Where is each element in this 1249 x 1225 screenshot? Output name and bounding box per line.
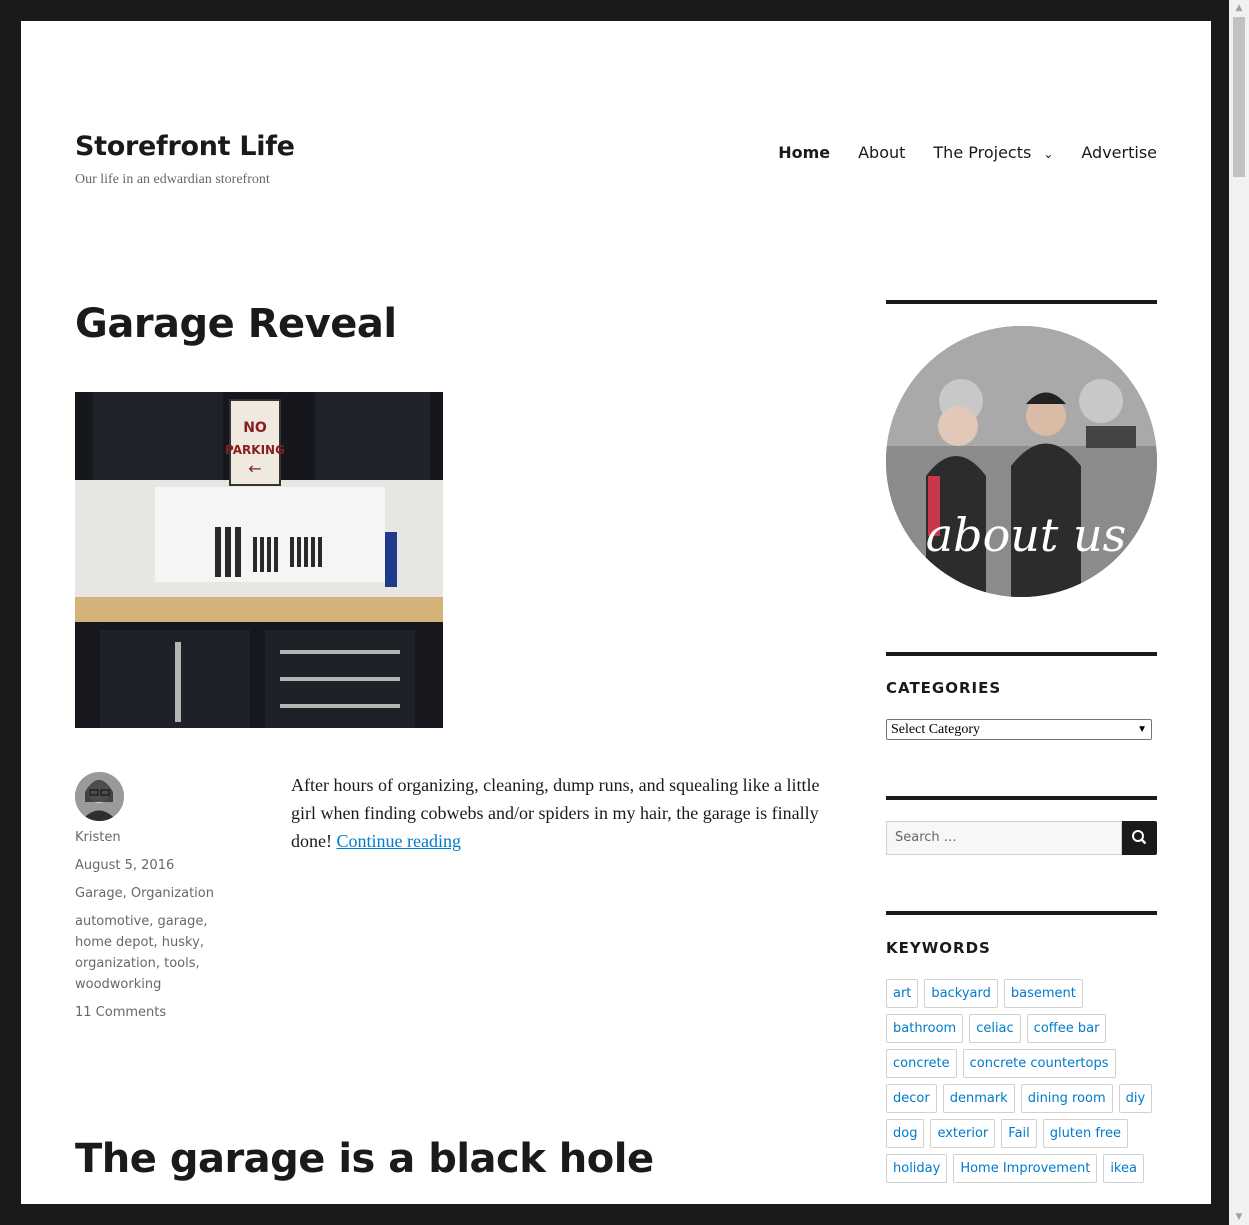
keyword-tag[interactable]: concrete countertops — [962, 1049, 1116, 1078]
scroll-up-icon[interactable]: ▲ — [1229, 0, 1249, 16]
chevron-down-icon[interactable]: ⌄ — [1043, 147, 1053, 161]
post-tags-line[interactable]: woodworking — [75, 974, 207, 995]
keyword-tag[interactable]: concrete — [886, 1049, 957, 1078]
nav-item-home[interactable]: Home — [778, 143, 830, 162]
site-description: Our life in an edwardian storefront — [75, 172, 270, 187]
post-categories[interactable]: Garage, Organization — [75, 883, 214, 904]
post-comments-link[interactable]: 11 Comments — [75, 1002, 166, 1023]
keyword-tag[interactable]: coffee bar — [1026, 1014, 1107, 1043]
scrollbar-thumb[interactable] — [1233, 17, 1245, 177]
nav-item-advertise[interactable]: Advertise — [1081, 143, 1157, 162]
post-tags-line[interactable]: automotive, garage, — [75, 911, 207, 932]
post-author[interactable]: Kristen — [75, 827, 121, 848]
scrollbar[interactable]: ▲ ▼ — [1229, 0, 1249, 1225]
widget-divider — [886, 300, 1157, 304]
site-title[interactable]: Storefront Life — [75, 131, 295, 162]
post-tags-line[interactable]: home depot, husky, — [75, 932, 207, 953]
post-title[interactable]: Garage Reveal — [75, 301, 397, 347]
keyword-tag[interactable]: dog — [886, 1119, 925, 1148]
main-navigation: Home About The Projects ⌄ Advertise — [778, 143, 1157, 162]
keyword-tag[interactable]: basement — [1003, 979, 1083, 1008]
post-tags-line[interactable]: organization, tools, — [75, 953, 207, 974]
search-icon — [1132, 830, 1147, 845]
keywords-title: KEYWORDS — [886, 939, 991, 957]
keyword-tag[interactable]: exterior — [930, 1119, 996, 1148]
post-tags: automotive, garage, home depot, husky, o… — [75, 911, 207, 995]
widget-divider — [886, 652, 1157, 656]
categories-select[interactable]: Select Category ▼ — [886, 719, 1152, 740]
categories-title: CATEGORIES — [886, 679, 1002, 697]
select-value: Select Category — [891, 722, 981, 737]
post-date[interactable]: August 5, 2016 — [75, 855, 174, 876]
svg-text:NO: NO — [243, 420, 267, 436]
about-us-image[interactable]: about us — [886, 326, 1157, 597]
keyword-tag[interactable]: Fail — [1001, 1119, 1037, 1148]
svg-text:PARKING: PARKING — [225, 443, 285, 457]
avatar-photo — [75, 772, 124, 821]
about-us-text: about us — [926, 508, 1127, 562]
keyword-tag[interactable]: bathroom — [886, 1014, 964, 1043]
widget-divider — [886, 911, 1157, 915]
svg-text:←: ← — [248, 459, 261, 478]
keyword-tag[interactable]: dining room — [1020, 1084, 1113, 1113]
keyword-tag[interactable]: ikea — [1103, 1154, 1144, 1183]
keyword-tag[interactable]: art — [886, 979, 919, 1008]
keyword-tag[interactable]: celiac — [969, 1014, 1021, 1043]
keyword-tag[interactable]: holiday — [886, 1154, 948, 1183]
keyword-tag[interactable]: diy — [1118, 1084, 1153, 1113]
author-avatar[interactable] — [75, 772, 124, 821]
keyword-cloud: art backyard basement bathroom celiac coffee … — [886, 979, 1157, 1183]
keyword-tag[interactable]: denmark — [942, 1084, 1015, 1113]
about-us-photo: about us — [886, 326, 1157, 597]
search-button[interactable] — [1122, 821, 1157, 855]
scroll-down-icon[interactable]: ▼ — [1229, 1209, 1249, 1225]
search-input[interactable]: Search … — [886, 821, 1122, 855]
post-thumbnail[interactable]: NO PARKING ← — [75, 392, 443, 728]
page: Storefront Life Our life in an edwardian… — [21, 21, 1211, 1204]
widget-divider — [886, 796, 1157, 800]
chevron-down-icon: ▼ — [1137, 724, 1147, 735]
keyword-tag[interactable]: gluten free — [1042, 1119, 1128, 1148]
keyword-tag[interactable]: backyard — [924, 979, 998, 1008]
nav-item-label: The Projects — [933, 143, 1032, 162]
keyword-tag[interactable]: decor — [886, 1084, 937, 1113]
post-title[interactable]: The garage is a black hole — [75, 1136, 654, 1182]
keyword-tag[interactable]: Home Improvement — [953, 1154, 1098, 1183]
nav-item-about[interactable]: About — [858, 143, 905, 162]
nav-item-the-projects[interactable]: The Projects ⌄ — [933, 143, 1053, 162]
search-placeholder: Search … — [895, 830, 957, 845]
continue-reading-link[interactable]: Continue reading — [336, 831, 460, 851]
post-excerpt: After hours of organizing, cleaning, dum… — [291, 771, 836, 855]
garage-photo: NO PARKING ← — [75, 392, 443, 728]
